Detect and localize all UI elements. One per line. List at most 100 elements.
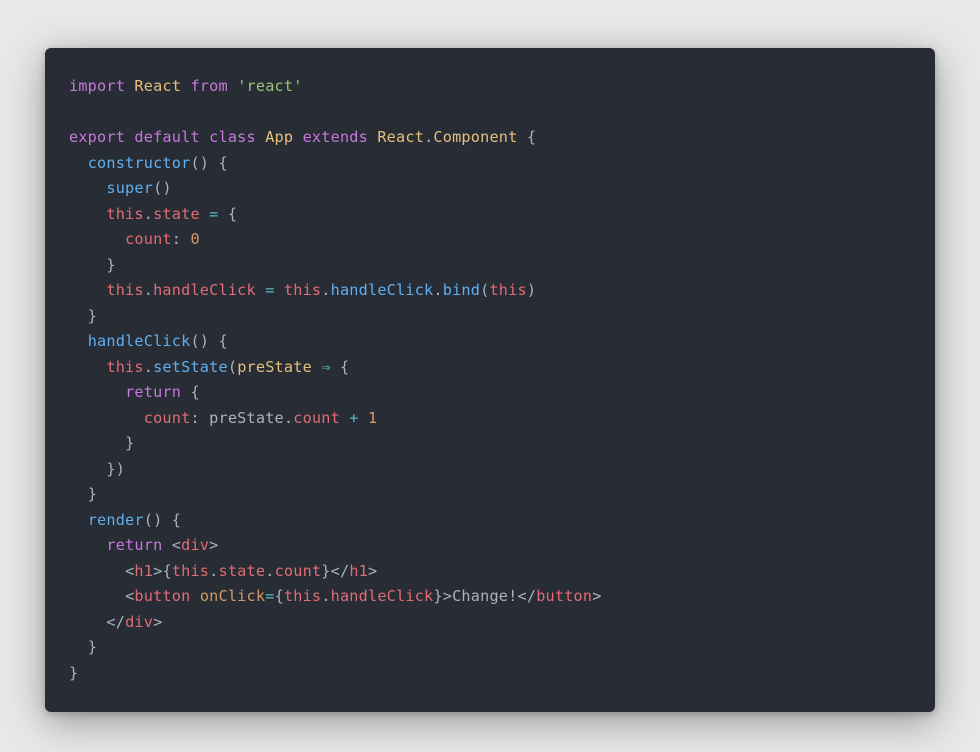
prop-handleclick: handleClick <box>153 281 256 299</box>
kw-class: class <box>209 128 256 146</box>
tag-open: < <box>172 536 181 554</box>
brace-open: { <box>228 205 237 223</box>
colon: : <box>172 230 191 248</box>
dot: . <box>433 281 442 299</box>
prop-count: count <box>144 409 191 427</box>
tag-close: > <box>443 587 452 605</box>
tag-button-close: button <box>536 587 592 605</box>
kw-return: return <box>125 383 181 401</box>
op-plus: + <box>340 409 368 427</box>
tag-close: > <box>209 536 218 554</box>
kw-export: export <box>69 128 125 146</box>
jsx-expr-close: } <box>321 562 330 580</box>
tag-open: < <box>125 587 134 605</box>
param-prestate: preState <box>237 358 312 376</box>
kw-import: import <box>69 77 125 95</box>
kw-from: from <box>190 77 227 95</box>
brace-paren-close: }) <box>106 460 125 478</box>
parens: () { <box>144 511 181 529</box>
dot: . <box>144 358 153 376</box>
jsx-expr-open: { <box>275 587 284 605</box>
ident-react2: React <box>377 128 424 146</box>
code-content: import React from 'react' export default… <box>69 74 911 686</box>
number-one: 1 <box>368 409 377 427</box>
brace-close: } <box>125 434 134 452</box>
kw-this: this <box>106 281 143 299</box>
space <box>190 587 199 605</box>
tag-h1-close: h1 <box>349 562 368 580</box>
dot: . <box>209 562 218 580</box>
op-arrow: ⇒ <box>312 358 340 376</box>
brace-open: { <box>181 383 200 401</box>
tag-open: < <box>125 562 134 580</box>
tag-div-close: div <box>125 613 153 631</box>
op-equals: = <box>265 587 274 605</box>
space <box>162 536 171 554</box>
tag-open: </ <box>106 613 125 631</box>
prop-state: state <box>153 205 200 223</box>
kw-default: default <box>134 128 199 146</box>
kw-this: this <box>106 358 143 376</box>
attr-onclick: onClick <box>200 587 265 605</box>
prop-count: count <box>293 409 340 427</box>
prop-handleclick: handleClick <box>331 587 434 605</box>
colon: : <box>190 409 209 427</box>
tag-div: div <box>181 536 209 554</box>
method-render: render <box>88 511 144 529</box>
tag-button: button <box>134 587 190 605</box>
jsx-expr-close: } <box>433 587 442 605</box>
dot: . <box>424 128 433 146</box>
kw-this: this <box>284 587 321 605</box>
method-constructor: constructor <box>88 154 191 172</box>
tag-open: </ <box>518 587 537 605</box>
ident-prestate: preState <box>209 409 284 427</box>
dot: . <box>321 587 330 605</box>
method-handleclick: handleClick <box>331 281 434 299</box>
parens: () { <box>190 332 227 350</box>
brace-close: } <box>69 664 78 682</box>
parens: () { <box>190 154 227 172</box>
text-change: Change! <box>452 587 517 605</box>
class-app: App <box>265 128 293 146</box>
dot: . <box>144 281 153 299</box>
ident-react: React <box>134 77 181 95</box>
dot: . <box>321 281 330 299</box>
call-super: super <box>106 179 153 197</box>
op-equals: = <box>200 205 228 223</box>
tag-open: </ <box>331 562 350 580</box>
brace-open: { <box>340 358 349 376</box>
brace-close: } <box>88 485 97 503</box>
kw-extends: extends <box>303 128 368 146</box>
dot: . <box>284 409 293 427</box>
method-bind: bind <box>443 281 480 299</box>
kw-this: this <box>172 562 209 580</box>
number-zero: 0 <box>190 230 199 248</box>
kw-this: this <box>284 281 321 299</box>
string-react: 'react' <box>237 77 302 95</box>
tag-h1: h1 <box>134 562 153 580</box>
ident-component: Component <box>433 128 517 146</box>
method-handleclick-def: handleClick <box>88 332 191 350</box>
prop-count: count <box>275 562 322 580</box>
paren-open: ( <box>228 358 237 376</box>
tag-close: > <box>592 587 601 605</box>
method-setstate: setState <box>153 358 228 376</box>
parens: () <box>153 179 172 197</box>
jsx-expr-open: { <box>162 562 171 580</box>
prop-state: state <box>219 562 266 580</box>
kw-return: return <box>106 536 162 554</box>
tag-close: > <box>368 562 377 580</box>
op-equals: = <box>256 281 284 299</box>
dot: . <box>144 205 153 223</box>
brace-close: } <box>88 638 97 656</box>
kw-this: this <box>489 281 526 299</box>
brace-close: } <box>106 256 115 274</box>
paren-close: ) <box>527 281 536 299</box>
dot: . <box>265 562 274 580</box>
tag-close: > <box>153 613 162 631</box>
brace-open: { <box>518 128 537 146</box>
brace-close: } <box>88 307 97 325</box>
kw-this: this <box>106 205 143 223</box>
prop-count: count <box>125 230 172 248</box>
code-editor-panel: import React from 'react' export default… <box>45 48 935 712</box>
